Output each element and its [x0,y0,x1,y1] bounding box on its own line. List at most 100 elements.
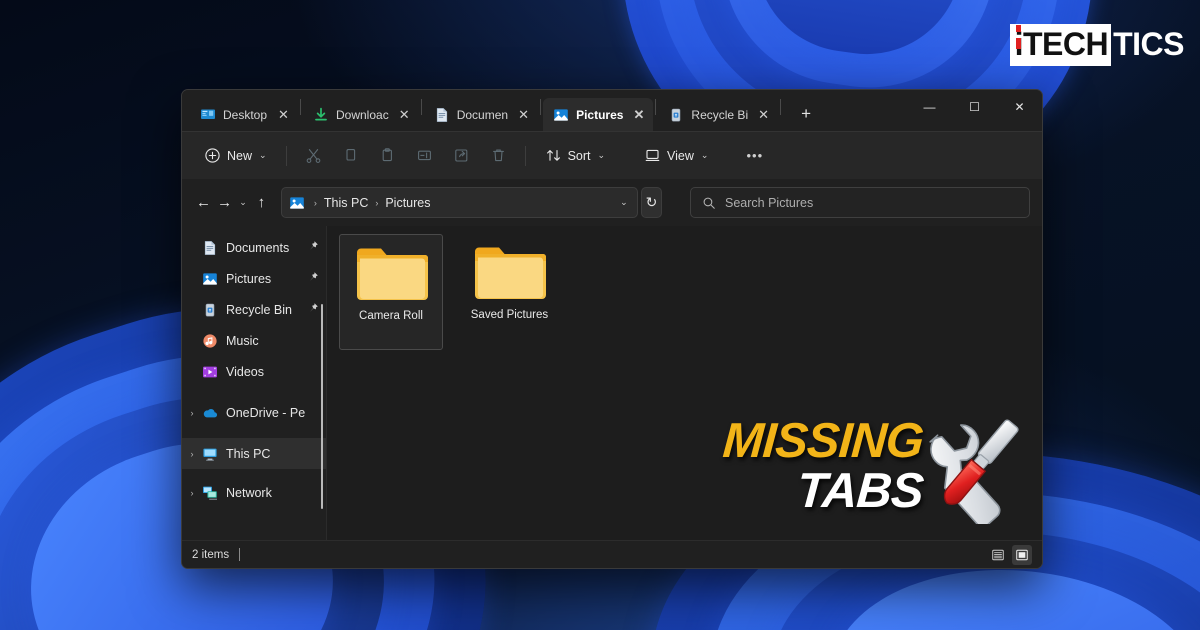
sidebar-item-pictures[interactable]: Pictures [182,263,326,294]
command-separator [524,145,526,166]
search-input[interactable]: Search Pictures [690,187,1030,218]
tab-label: Documen [456,107,509,122]
sidebar-item-this-pc[interactable]: › This PC [182,438,326,469]
window-controls: — ☐ ✕ [907,90,1042,123]
address-bar[interactable]: › This PC › Pictures ⌄ [280,187,638,218]
large-icons-view-icon[interactable] [1012,544,1032,565]
tab-close-icon[interactable]: ✕ [515,106,532,123]
chevron-down-icon: ⌄ [597,150,606,160]
tab-separator [420,98,422,115]
search-icon [702,196,716,210]
details-view-icon[interactable] [988,545,1008,565]
tab-close-icon[interactable]: ✕ [755,106,772,123]
window-body: Documents Pictures Recycle Bin Music Vid… [182,226,1042,540]
sidebar-item-label: Documents [226,240,290,255]
breadcrumb-separator-icon: › [375,197,379,208]
file-item-camera-roll[interactable]: Camera Roll [339,234,443,350]
cut-button[interactable] [296,140,331,172]
copy-button[interactable] [333,140,368,172]
tab-pictures[interactable]: Pictures ✕ [543,98,654,131]
sidebar-item-music[interactable]: Music [182,325,326,356]
recent-locations-button[interactable]: ⌄ [236,187,250,218]
search-placeholder: Search Pictures [725,195,814,210]
share-button[interactable] [444,140,479,172]
new-button[interactable]: New ⌄ [194,140,277,172]
rename-button[interactable] [407,140,442,172]
sort-icon [545,147,562,164]
copy-icon [342,147,359,164]
breadcrumb-this-pc[interactable]: This PC [322,196,370,210]
chevron-right-icon[interactable]: › [182,449,202,459]
tab-desktop[interactable]: Desktop ✕ [190,98,298,131]
tab-close-icon[interactable]: ✕ [275,106,292,123]
chevron-right-icon[interactable]: › [182,408,202,418]
sidebar-item-label: Pictures [226,271,272,286]
sidebar-scrollbar[interactable] [321,304,323,509]
tab-separator [780,98,782,115]
see-more-button[interactable]: ••• [737,140,772,172]
folder-icon [472,242,547,304]
chevron-down-icon: ⌄ [700,150,709,160]
up-button[interactable]: ↑ [252,187,271,218]
command-separator [285,145,287,166]
status-bar: 2 items [182,540,1042,568]
view-button[interactable]: View ⌄ [634,140,718,172]
missing-tabs-overlay: MISSING TABS [721,409,1034,528]
recycle-bin-icon [668,107,684,123]
back-button[interactable]: ← [194,187,213,218]
refresh-button[interactable]: ↻ [640,187,662,218]
pin-icon [306,302,320,317]
pictures-icon [289,195,305,211]
sidebar-item-documents[interactable]: Documents [182,232,326,263]
tab-close-icon[interactable]: ✕ [396,106,413,123]
sidebar-item-network[interactable]: › Network [182,477,326,508]
folder-icon [354,243,428,305]
tab-separator [300,98,301,115]
file-name-label: Saved Pictures [470,309,549,321]
forward-button[interactable]: → [215,187,234,218]
file-explorer-window: Desktop ✕ Downloac ✕ Documen ✕ Pictures … [181,89,1043,569]
sidebar-item-label: OneDrive - Perso [226,405,306,420]
view-button-label: View [667,148,694,163]
overlay-line-1: MISSING [721,414,925,469]
delete-icon [490,147,507,164]
delete-button[interactable] [481,140,516,172]
pin-icon [306,271,320,286]
watermark-tech: TECH [1023,26,1109,62]
tab-close-icon[interactable]: ✕ [630,106,647,123]
view-icon [644,147,661,164]
network-icon [202,485,218,501]
close-button[interactable]: ✕ [997,90,1042,123]
tab-strip: Desktop ✕ Downloac ✕ Documen ✕ Pictures … [182,90,1042,131]
file-list-view[interactable]: Camera Roll Saved Pictures MISSING TABS [327,226,1042,540]
watermark-i-accent: i [1014,25,1024,62]
minimize-button[interactable]: — [907,90,952,123]
music-icon [202,333,218,349]
pictures-icon [553,107,569,123]
paste-button[interactable] [370,140,405,172]
file-item-saved-pictures[interactable]: Saved Pictures [457,234,561,350]
overlay-line-2: TABS [795,463,925,518]
tab-downloads[interactable]: Downloac ✕ [303,98,419,131]
pictures-icon [202,271,218,287]
maximize-button[interactable]: ☐ [952,90,997,123]
new-tab-button[interactable]: + [791,99,821,129]
breadcrumb-pictures[interactable]: Pictures [383,196,432,210]
tab-documents[interactable]: Documen ✕ [424,98,538,131]
chevron-right-icon[interactable]: › [182,488,202,498]
sidebar-item-label: Music [226,333,259,348]
overlay-text: MISSING TABS [721,414,925,518]
tab-recycle-bin[interactable]: Recycle Bi ✕ [658,98,778,131]
sidebar-item-recycle-bin[interactable]: Recycle Bin [182,294,326,325]
sidebar-item-label: Network [226,485,272,500]
sidebar-item-onedrive[interactable]: › OneDrive - Perso [182,397,326,428]
address-dropdown-icon[interactable]: ⌄ [611,188,637,217]
onedrive-icon [202,405,218,421]
sidebar-item-videos[interactable]: Videos [182,356,326,387]
sort-button-label: Sort [567,148,591,163]
sort-button[interactable]: Sort ⌄ [535,140,615,172]
sidebar-item-label: Recycle Bin [226,302,292,317]
breadcrumb-separator-icon: › [313,197,317,208]
tab-label: Recycle Bi [691,107,749,122]
paste-icon [379,147,396,164]
